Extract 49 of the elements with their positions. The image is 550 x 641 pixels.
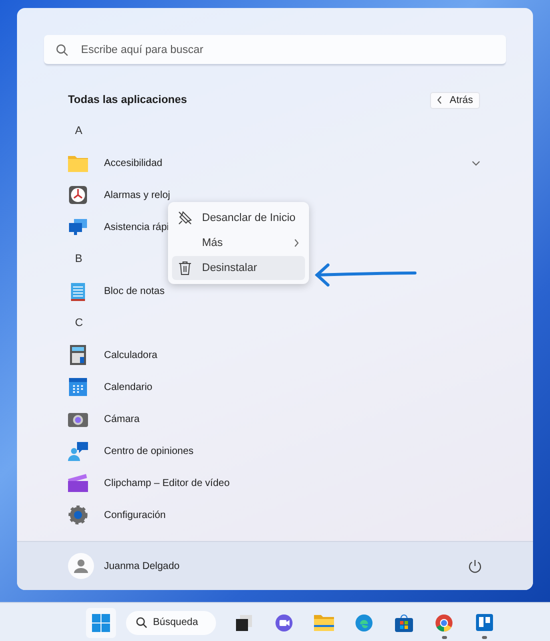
- app-item[interactable]: Clipchamp – Editor de vídeo: [104, 478, 230, 488]
- app-item[interactable]: Calculadora: [104, 350, 158, 360]
- monitors-icon: [68, 218, 88, 236]
- back-button[interactable]: Atrás: [430, 92, 480, 108]
- store-icon[interactable]: [395, 614, 413, 632]
- app-item[interactable]: Cámara: [104, 414, 140, 424]
- app-item[interactable]: Accesibilidad: [104, 158, 162, 168]
- unpin-icon: [178, 211, 192, 225]
- calculator-icon: [70, 345, 86, 365]
- video-chat-icon[interactable]: [275, 614, 293, 632]
- start-button[interactable]: [86, 608, 116, 638]
- clock-icon: [68, 185, 88, 205]
- chevron-down-icon[interactable]: [472, 160, 480, 166]
- clapperboard-icon: [68, 474, 88, 492]
- app-item[interactable]: Bloc de notas: [104, 286, 165, 296]
- letter-heading[interactable]: C: [75, 317, 83, 329]
- calendar-icon: [69, 378, 87, 396]
- chrome-icon[interactable]: [435, 614, 453, 632]
- app-item[interactable]: Alarmas y reloj: [104, 190, 170, 200]
- menu-item[interactable]: Más: [172, 231, 305, 255]
- chevron-left-icon: [436, 96, 442, 104]
- user-name[interactable]: Juanma Delgado: [104, 560, 458, 572]
- browser-icon[interactable]: [355, 614, 373, 632]
- board-icon[interactable]: [476, 614, 492, 631]
- task-view-icon[interactable]: [235, 614, 253, 632]
- letter-heading[interactable]: A: [75, 125, 82, 137]
- folder-icon[interactable]: [314, 614, 334, 631]
- notepad-icon: [70, 281, 86, 301]
- camera-icon: [68, 411, 88, 427]
- app-item[interactable]: Centro de opiniones: [104, 446, 194, 456]
- menu-item[interactable]: Desanclar de Inicio: [172, 206, 305, 230]
- app-item[interactable]: Configuración: [104, 510, 166, 520]
- search-field[interactable]: Escribe aquí para buscar: [44, 35, 506, 65]
- gear-icon: [68, 505, 88, 525]
- search-icon: [56, 44, 68, 56]
- avatar-icon[interactable]: [68, 553, 94, 579]
- letter-heading[interactable]: B: [75, 253, 82, 265]
- search-label: Búsqueda: [153, 617, 198, 628]
- power-icon[interactable]: [468, 559, 482, 573]
- section-title: Todas las aplicaciones: [68, 94, 188, 106]
- taskbar-search[interactable]: Búsqueda: [126, 610, 216, 634]
- trash-icon: [179, 261, 191, 275]
- windows-logo-icon: [92, 614, 110, 632]
- app-item[interactable]: Calendario: [104, 382, 152, 392]
- menu-item[interactable]: Desinstalar: [172, 256, 305, 280]
- person-chat-icon: [68, 441, 88, 461]
- folder-icon: [68, 154, 88, 172]
- chevron-right-icon: [294, 239, 299, 247]
- search-icon: [136, 617, 147, 628]
